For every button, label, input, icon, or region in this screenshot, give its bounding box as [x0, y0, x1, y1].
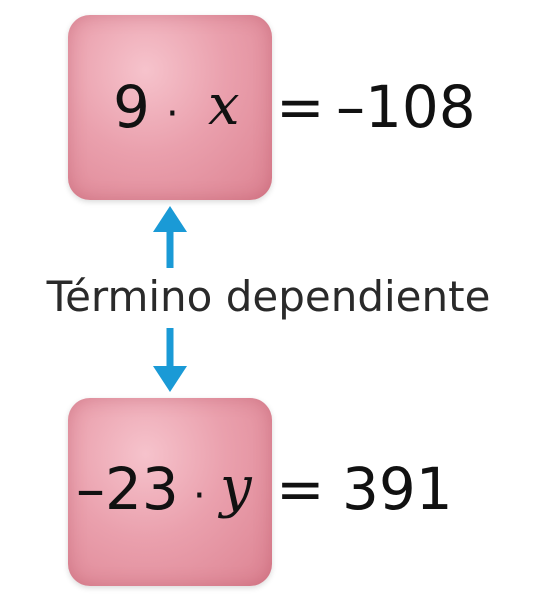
bottom-variable: y: [220, 455, 252, 520]
bottom-result: 391: [342, 455, 453, 523]
bottom-multiply-dot: ·: [193, 473, 206, 519]
bottom-coefficient: –23: [76, 455, 179, 523]
down-arrow-icon: [153, 328, 187, 392]
up-arrow-icon: [153, 206, 187, 268]
dependent-term-label: Término dependiente: [46, 272, 491, 321]
bottom-equals-sign: =: [276, 455, 325, 523]
